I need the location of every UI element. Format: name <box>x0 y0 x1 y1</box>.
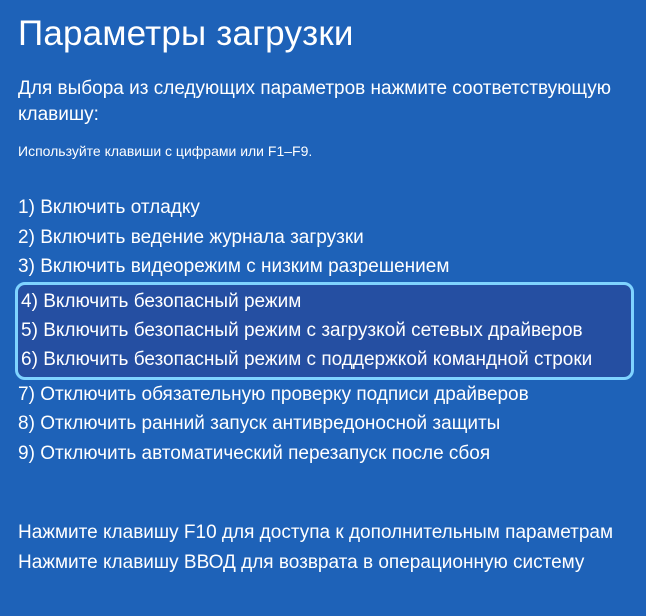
options-list: 1) Включить отладку 2) Включить ведение … <box>18 193 628 468</box>
option-label: Включить ведение журнала загрузки <box>40 227 364 248</box>
option-num: 5) <box>21 320 38 341</box>
option-2[interactable]: 2) Включить ведение журнала загрузки <box>18 223 628 252</box>
footer-line-f10: Нажмите клавишу F10 для доступа к дополн… <box>18 518 628 547</box>
option-label: Включить безопасный режим <box>43 291 301 312</box>
hint-text: Используйте клавиши с цифрами или F1–F9. <box>18 143 628 159</box>
footer-instructions: Нажмите клавишу F10 для доступа к дополн… <box>18 518 628 577</box>
option-5[interactable]: 5) Включить безопасный режим с загрузкой… <box>18 316 631 345</box>
option-num: 1) <box>18 197 35 218</box>
option-label: Включить видеорежим с низким разрешением <box>40 256 449 277</box>
footer-line-enter: Нажмите клавишу ВВОД для возврата в опер… <box>18 548 628 577</box>
safe-mode-highlight: 4) Включить безопасный режим 5) Включить… <box>15 282 634 380</box>
option-8[interactable]: 8) Отключить ранний запуск антивредоносн… <box>18 409 628 438</box>
option-num: 2) <box>18 227 35 248</box>
option-num: 3) <box>18 256 35 277</box>
page-title: Параметры загрузки <box>18 14 628 54</box>
option-4[interactable]: 4) Включить безопасный режим <box>18 287 631 316</box>
option-9[interactable]: 9) Отключить автоматический перезапуск п… <box>18 439 628 468</box>
option-label: Отключить ранний запуск антивредоносной … <box>40 413 500 434</box>
option-3[interactable]: 3) Включить видеорежим с низким разрешен… <box>18 252 628 281</box>
option-num: 4) <box>21 291 38 312</box>
option-num: 9) <box>18 443 35 464</box>
option-label: Включить отладку <box>40 197 200 218</box>
option-num: 6) <box>21 349 38 370</box>
option-label: Включить безопасный режим с загрузкой се… <box>43 320 582 341</box>
option-7[interactable]: 7) Отключить обязательную проверку подпи… <box>18 380 628 409</box>
option-label: Отключить автоматический перезапуск посл… <box>40 443 490 464</box>
option-1[interactable]: 1) Включить отладку <box>18 193 628 222</box>
subtitle: Для выбора из следующих параметров нажми… <box>18 76 628 127</box>
option-label: Включить безопасный режим с поддержкой к… <box>43 349 592 370</box>
option-num: 8) <box>18 413 35 434</box>
startup-settings-screen: Параметры загрузки Для выбора из следующ… <box>0 0 646 595</box>
option-num: 7) <box>18 384 35 405</box>
option-6[interactable]: 6) Включить безопасный режим с поддержко… <box>18 345 631 374</box>
option-label: Отключить обязательную проверку подписи … <box>40 384 529 405</box>
